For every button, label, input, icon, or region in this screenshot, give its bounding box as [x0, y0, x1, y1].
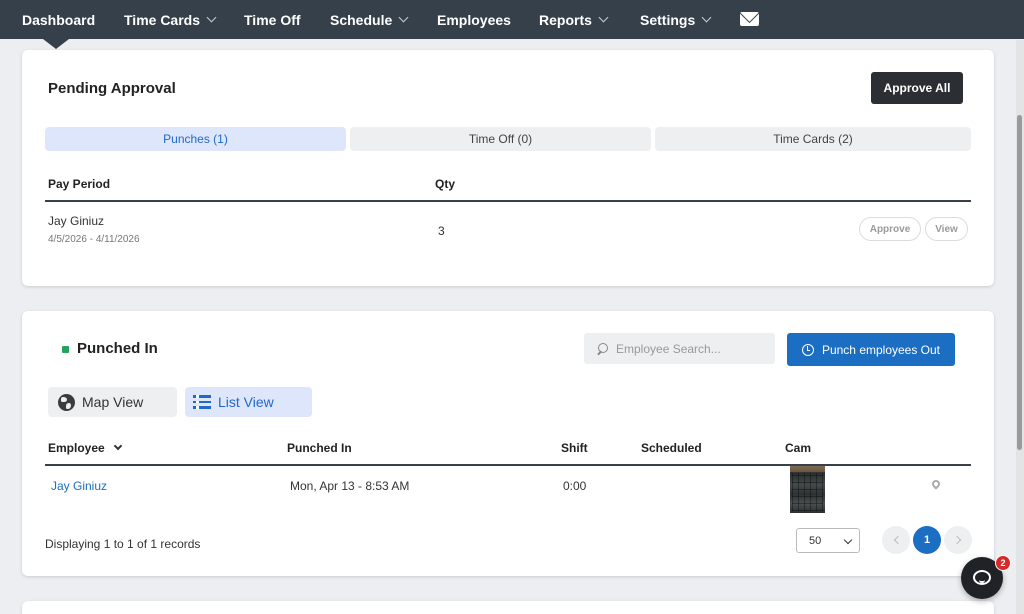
column-header-shift[interactable]: Shift: [561, 441, 588, 455]
chevron-down-icon: [398, 12, 409, 22]
approve-all-button[interactable]: Approve All: [871, 72, 963, 104]
employee-name: Jay Giniuz: [48, 214, 105, 228]
chevron-down-icon: [843, 535, 853, 545]
tab-time-off[interactable]: Time Off (0): [350, 127, 651, 151]
previous-page-button[interactable]: [882, 526, 910, 554]
status-indicator: [62, 346, 69, 353]
pay-period-range: 4/5/2026 - 4/11/2026: [48, 234, 140, 245]
approve-button[interactable]: Approve: [859, 217, 921, 241]
nav-employees-label: Employees: [437, 11, 511, 28]
punched-in-card: Punched In Punch employees Out Map View …: [22, 311, 994, 576]
shift-duration: 0:00: [563, 479, 587, 493]
employee-link[interactable]: Jay Giniuz: [51, 479, 107, 493]
page-size-value: 50: [809, 534, 822, 547]
nav-time-off-label: Time Off: [244, 11, 301, 28]
employee-search: [584, 333, 775, 364]
map-view-button[interactable]: Map View: [48, 387, 177, 417]
view-button[interactable]: View: [925, 217, 968, 241]
nav-settings[interactable]: Settings: [640, 0, 712, 39]
chat-icon: [973, 570, 991, 585]
sort-chevron-icon: [113, 441, 122, 451]
next-card: [22, 601, 994, 614]
scrollbar-thumb[interactable]: [1017, 115, 1022, 450]
employee-search-input[interactable]: [616, 341, 766, 356]
nav-reports[interactable]: Reports: [539, 0, 609, 39]
list-view-label: List View: [218, 394, 274, 410]
cam-photo-thumbnail[interactable]: [790, 466, 825, 513]
nav-dashboard[interactable]: Dashboard: [22, 0, 95, 39]
nav-time-cards-label: Time Cards: [124, 11, 200, 28]
column-header-employee[interactable]: Employee: [48, 441, 122, 455]
active-nav-caret: [43, 39, 69, 49]
nav-schedule[interactable]: Schedule: [330, 0, 409, 39]
top-nav: Dashboard Time Cards Time Off Schedule E…: [0, 0, 1024, 39]
next-page-button[interactable]: [944, 526, 972, 554]
list-icon: [193, 395, 211, 409]
chevron-down-icon: [598, 12, 609, 22]
chevron-right-icon: [952, 535, 961, 545]
qty-value: 3: [438, 224, 445, 238]
column-header-qty[interactable]: Qty: [435, 177, 455, 191]
globe-icon: [58, 393, 75, 411]
tab-punches[interactable]: Punches (1): [45, 127, 346, 151]
page-button-current[interactable]: 1: [913, 526, 941, 554]
chevron-left-icon: [893, 535, 902, 545]
nav-reports-label: Reports: [539, 11, 592, 28]
clock-icon: [801, 343, 814, 356]
table-header-divider: [45, 200, 971, 202]
punched-in-title: Punched In: [77, 340, 158, 357]
nav-time-cards[interactable]: Time Cards: [124, 0, 217, 39]
punch-out-label: Punch employees Out: [821, 342, 941, 357]
punched-in-time: Mon, Apr 13 - 8:53 AM: [290, 479, 410, 493]
column-header-cam[interactable]: Cam: [785, 441, 811, 455]
mail-icon[interactable]: [740, 12, 759, 26]
punch-employees-out-button[interactable]: Punch employees Out: [787, 333, 955, 366]
pending-approval-title: Pending Approval: [48, 80, 176, 97]
chevron-down-icon: [701, 12, 712, 22]
employee-header-label: Employee: [48, 441, 105, 455]
column-header-punched-in[interactable]: Punched In: [287, 441, 352, 455]
list-view-button[interactable]: List View: [185, 387, 312, 417]
nav-settings-label: Settings: [640, 11, 696, 28]
page-size-select[interactable]: 50: [796, 528, 860, 553]
chat-notification-badge: 2: [995, 555, 1011, 571]
chevron-down-icon: [206, 12, 217, 22]
table-header-divider: [45, 464, 971, 466]
column-header-scheduled[interactable]: Scheduled: [641, 441, 702, 455]
nav-time-off[interactable]: Time Off: [244, 0, 301, 39]
pending-approval-card: Pending Approval Approve All Punches (1)…: [22, 50, 994, 286]
column-header-pay-period[interactable]: Pay Period: [48, 177, 110, 191]
scrollbar[interactable]: [1016, 40, 1024, 614]
search-icon: [596, 342, 608, 355]
nav-dashboard-label: Dashboard: [22, 11, 96, 28]
records-summary: Displaying 1 to 1 of 1 records: [45, 537, 201, 551]
location-pin-icon[interactable]: [930, 478, 942, 490]
nav-schedule-label: Schedule: [330, 11, 393, 28]
tab-time-cards[interactable]: Time Cards (2): [655, 127, 971, 151]
map-view-label: Map View: [82, 394, 144, 410]
nav-employees[interactable]: Employees: [437, 0, 511, 39]
